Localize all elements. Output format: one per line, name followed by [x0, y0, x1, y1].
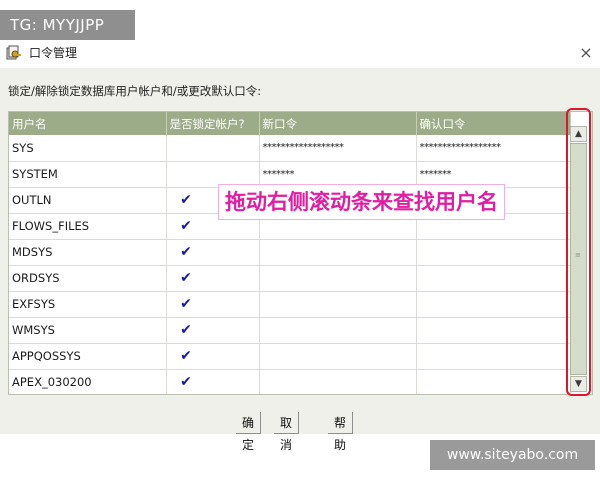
ok-button[interactable]: 确定 — [236, 412, 262, 452]
username-cell: WMSYS — [9, 317, 167, 344]
window-title: 口令管理 — [29, 46, 78, 60]
lock-checkbox[interactable]: ✔ — [166, 317, 260, 344]
username-cell: SYS — [9, 135, 167, 162]
watermark-bottom: www.siteyabo.com — [430, 440, 595, 470]
new-password-field[interactable] — [259, 317, 417, 344]
column-header-locked[interactable]: 是否锁定帐户? — [166, 112, 260, 135]
new-password-field[interactable] — [259, 265, 417, 292]
username-cell: SYSTEM — [9, 161, 167, 188]
title-bar: 口令管理 × — [0, 42, 600, 66]
lock-checkbox[interactable]: ✔ — [166, 265, 260, 292]
username-cell: MDSYS — [9, 239, 167, 266]
lock-checkbox[interactable]: ✔ — [166, 369, 260, 394]
help-button[interactable]: 帮助 — [328, 412, 354, 452]
username-cell: ORDSYS — [9, 265, 167, 292]
column-header-confirm-password[interactable]: 确认口令 — [416, 112, 571, 135]
column-header-username[interactable]: 用户名 — [9, 112, 167, 135]
confirm-password-field[interactable] — [416, 343, 571, 370]
username-cell: FLOWS_FILES — [9, 213, 167, 240]
lock-checkbox[interactable]: ✔ — [166, 239, 260, 266]
table-row: APEX_030200 ✔ — [9, 369, 571, 394]
table-row: WMSYS ✔ — [9, 317, 571, 344]
column-header-new-password[interactable]: 新口令 — [259, 112, 417, 135]
new-password-field[interactable] — [259, 291, 417, 318]
confirm-password-field[interactable] — [416, 265, 571, 292]
table-row: APPQOSSYS ✔ — [9, 343, 571, 370]
watermark-top: TG: MYYJJPP — [0, 10, 135, 40]
table-row: MDSYS ✔ — [9, 239, 571, 266]
table-row: EXFSYS ✔ — [9, 291, 571, 318]
confirm-password-field[interactable]: ****************** — [416, 135, 571, 162]
lock-checkbox[interactable] — [166, 135, 260, 162]
table-row: SYS ****************** *****************… — [9, 135, 571, 162]
confirm-password-field[interactable] — [416, 291, 571, 318]
annotation-callout: 拖动右侧滚动条来查找用户名 — [218, 184, 505, 220]
cancel-button[interactable]: 取消 — [274, 412, 300, 452]
confirm-password-field[interactable] — [416, 317, 571, 344]
user-account-grid: 用户名 是否锁定帐户? 新口令 确认口令 SYS ***************… — [8, 111, 593, 395]
username-cell: APPQOSSYS — [9, 343, 167, 370]
close-button[interactable]: × — [578, 43, 594, 63]
key-manager-icon — [6, 45, 22, 61]
new-password-field[interactable] — [259, 343, 417, 370]
lock-checkbox[interactable]: ✔ — [166, 343, 260, 370]
new-password-field[interactable]: ****************** — [259, 135, 417, 162]
grid-header-row: 用户名 是否锁定帐户? 新口令 确认口令 — [9, 112, 571, 135]
confirm-password-field[interactable] — [416, 239, 571, 266]
confirm-password-field[interactable] — [416, 369, 571, 394]
lock-checkbox[interactable]: ✔ — [166, 291, 260, 318]
new-password-field[interactable] — [259, 239, 417, 266]
scrollbar-highlight — [566, 108, 591, 396]
table-row: ORDSYS ✔ — [9, 265, 571, 292]
username-cell: OUTLN — [9, 187, 167, 214]
instruction-text: 锁定/解除锁定数据库用户帐户和/或更改默认口令: — [8, 84, 262, 98]
username-cell: EXFSYS — [9, 291, 167, 318]
username-cell: APEX_030200 — [9, 369, 167, 394]
new-password-field[interactable] — [259, 369, 417, 394]
